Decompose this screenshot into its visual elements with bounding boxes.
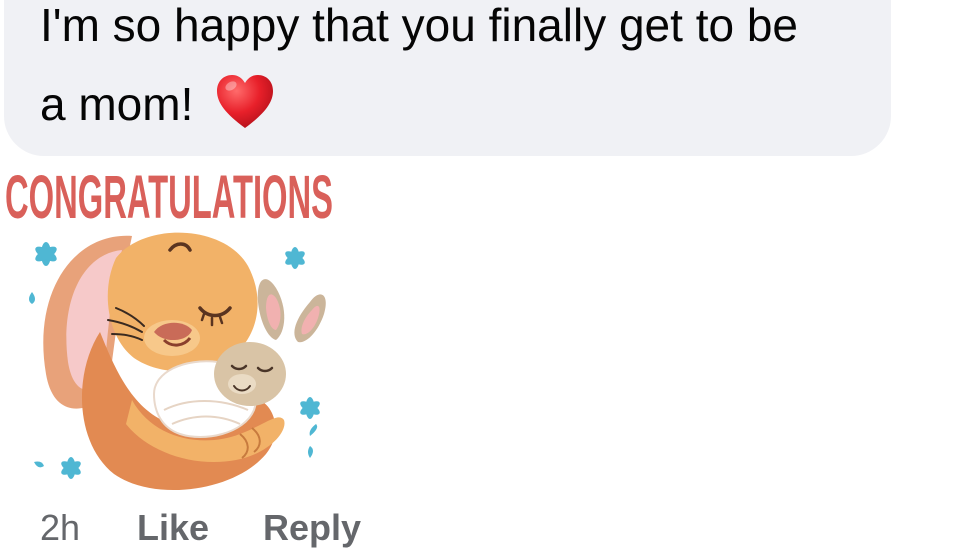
comment-text-line-2: a mom!	[40, 78, 194, 130]
reply-button[interactable]: Reply	[263, 510, 361, 546]
like-button[interactable]: Like	[137, 510, 209, 546]
comment-timestamp: 2h	[40, 507, 81, 548]
baby-head	[214, 342, 286, 406]
sticker-headline: CONGRATULATIONS	[5, 163, 333, 231]
comment-text-line-1: I'm so happy that you finally get to be	[40, 0, 799, 51]
comment-view: I'm so happy that you finally get to be …	[0, 0, 955, 551]
heart-emoji-icon	[217, 75, 273, 128]
congratulations-sticker[interactable]: CONGRATULATIONS	[4, 162, 342, 500]
